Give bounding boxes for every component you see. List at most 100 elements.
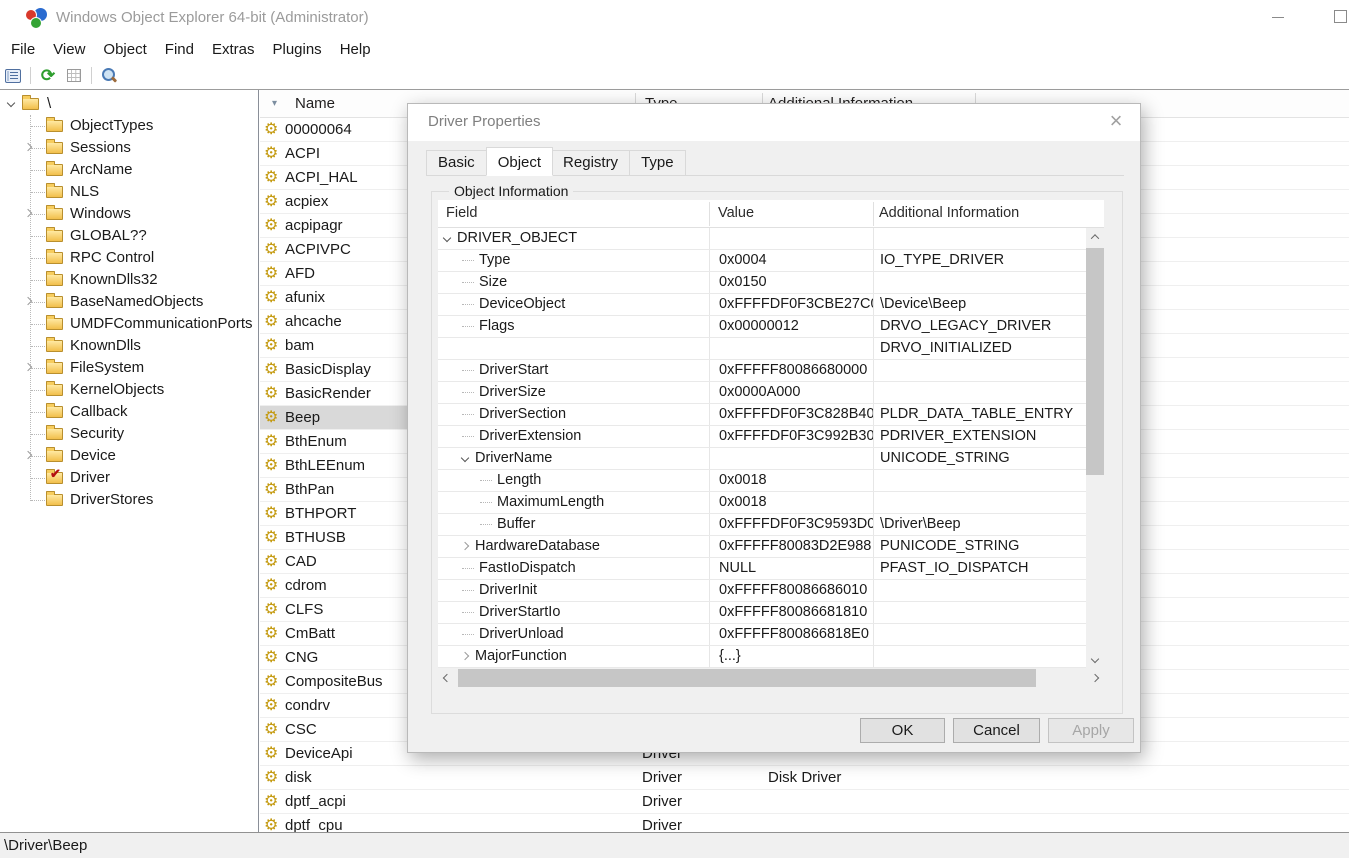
tree-item-rpc-control[interactable]: RPC Control [0,247,259,269]
table-row[interactable]: DriverInit0xFFFFF80086686010 [438,580,1086,602]
chevron-right-icon[interactable] [24,143,32,151]
table-row[interactable]: MaximumLength0x0018 [438,492,1086,514]
chevron-down-icon[interactable] [443,234,451,242]
menu-item-object[interactable]: Object [94,39,155,60]
table-row[interactable]: HardwareDatabase0xFFFFF80083D2E988PUNICO… [438,536,1086,558]
tree-item-objecttypes[interactable]: ObjectTypes [0,115,259,137]
ok-button[interactable]: OK [860,718,945,743]
field-label: DRIVER_OBJECT [457,230,577,246]
table-row[interactable]: DeviceObject0xFFFFDF0F3CBE27C0\Device\Be… [438,294,1086,316]
maximize-icon[interactable] [1334,10,1347,23]
cancel-button[interactable]: Cancel [953,718,1040,743]
table-row[interactable]: DriverSection0xFFFFDF0F3C828B40PLDR_DATA… [438,404,1086,426]
table-row[interactable]: DriverUnload0xFFFFF800866818E0 [438,624,1086,646]
table-row[interactable]: DriverStart0xFFFFF80086680000 [438,360,1086,382]
gear-icon: ⚙ [264,142,278,166]
table-row[interactable]: DRIVER_OBJECT [438,228,1086,250]
chevron-right-icon[interactable] [24,209,32,217]
menu-item-plugins[interactable]: Plugins [263,39,330,60]
scroll-left-icon[interactable] [438,668,456,688]
field-cell: DriverName [438,448,709,469]
tree-item-knowndlls[interactable]: KnownDlls [0,335,259,357]
menu-item-help[interactable]: Help [331,39,380,60]
tree-item-windows[interactable]: Windows [0,203,259,225]
tree-item-callback[interactable]: Callback [0,401,259,423]
menu-item-extras[interactable]: Extras [203,39,264,60]
chevron-down-icon[interactable] [461,454,469,462]
minimize-icon[interactable] [1272,17,1284,18]
folder-icon [46,384,63,396]
list-item-disk[interactable]: ⚙diskDriverDisk Driver [260,766,1349,790]
list-item-dptf-cpu[interactable]: ⚙dptf_cpuDriver [260,814,1349,832]
chevron-down-icon[interactable] [7,99,15,107]
chevron-right-icon[interactable] [461,652,469,660]
gear-icon: ⚙ [264,574,278,598]
list-item-name: Beep [285,406,320,430]
tree-item-filesystem[interactable]: FileSystem [0,357,259,379]
vertical-scrollbar-thumb[interactable] [1086,248,1104,475]
table-row[interactable]: DRVO_INITIALIZED [438,338,1086,360]
tree-item-driverstores[interactable]: DriverStores [0,489,259,511]
tree-root-item[interactable]: \ [0,93,259,115]
chevron-right-icon[interactable] [461,542,469,550]
table-row[interactable]: Type0x0004IO_TYPE_DRIVER [438,250,1086,272]
tree-item-driver[interactable]: ✔Driver [0,467,259,489]
chevron-right-icon[interactable] [24,451,32,459]
column-header-name[interactable]: Name [295,95,335,112]
vertical-scrollbar[interactable] [1086,228,1104,668]
scroll-down-icon[interactable] [1086,650,1104,668]
tree-item-kernelobjects[interactable]: KernelObjects [0,379,259,401]
value-cell [709,448,873,469]
tab-basic[interactable]: Basic [426,150,487,176]
menu-item-find[interactable]: Find [156,39,203,60]
tab-object[interactable]: Object [486,147,553,176]
properties-table-body: DRIVER_OBJECT Type0x0004IO_TYPE_DRIVERSiz… [438,228,1086,668]
table-row[interactable]: FastIoDispatchNULLPFAST_IO_DISPATCH [438,558,1086,580]
tree-item-basenamedobjects[interactable]: BaseNamedObjects [0,291,259,313]
chevron-right-icon[interactable] [24,297,32,305]
grid-view-icon[interactable] [61,64,87,88]
column-separator[interactable] [709,202,710,226]
tree-item-security[interactable]: Security [0,423,259,445]
tree-item-global-[interactable]: GLOBAL?? [0,225,259,247]
tree-connector [31,346,45,347]
table-row[interactable]: Size0x0150 [438,272,1086,294]
menu-item-file[interactable]: File [2,39,44,60]
tree-item-device[interactable]: Device [0,445,259,467]
properties-icon[interactable] [0,64,26,88]
tree-item-nls[interactable]: NLS [0,181,259,203]
tree-item-knowndlls32[interactable]: KnownDlls32 [0,269,259,291]
close-icon[interactable]: × [1100,107,1132,137]
tree-item-sessions[interactable]: Sessions [0,137,259,159]
tab-type[interactable]: Type [630,150,686,176]
table-row[interactable]: DriverExtension0xFFFFDF0F3C992B30PDRIVER… [438,426,1086,448]
table-row[interactable]: DriverNameUNICODE_STRING [438,448,1086,470]
apply-button[interactable]: Apply [1048,718,1134,743]
horizontal-scrollbar[interactable] [438,668,1104,688]
gear-icon: ⚙ [264,286,278,310]
table-row[interactable]: Flags0x00000012DRVO_LEGACY_DRIVER [438,316,1086,338]
table-row[interactable]: DriverSize0x0000A000 [438,382,1086,404]
scroll-up-icon[interactable] [1086,228,1104,246]
list-item-type: Driver [642,766,682,790]
table-row[interactable]: Buffer0xFFFFDF0F3C9593D0\Driver\Beep [438,514,1086,536]
scroll-right-icon[interactable] [1086,668,1104,688]
horizontal-scrollbar-thumb[interactable] [458,669,1036,687]
refresh-icon[interactable]: ⟳ [35,64,61,88]
table-row[interactable]: DriverStartIo0xFFFFF80086681810 [438,602,1086,624]
chevron-right-icon[interactable] [24,363,32,371]
col-additional-information[interactable]: Additional Information [879,205,1019,221]
column-separator[interactable] [873,202,874,226]
list-item-dptf-acpi[interactable]: ⚙dptf_acpiDriver [260,790,1349,814]
menu-item-view[interactable]: View [44,39,94,60]
find-object-icon[interactable] [96,64,122,88]
tab-registry[interactable]: Registry [552,150,630,176]
additional-info-cell: DRVO_INITIALIZED [873,338,1086,359]
tree-item-umdfcommunicationports[interactable]: UMDFCommunicationPorts [0,313,259,335]
tree-item-arcname[interactable]: ArcName [0,159,259,181]
col-field[interactable]: Field [446,205,477,221]
col-value[interactable]: Value [718,205,754,221]
table-row[interactable]: MajorFunction{...} [438,646,1086,668]
toolbar: ⟳ [0,62,1349,89]
table-row[interactable]: Length0x0018 [438,470,1086,492]
